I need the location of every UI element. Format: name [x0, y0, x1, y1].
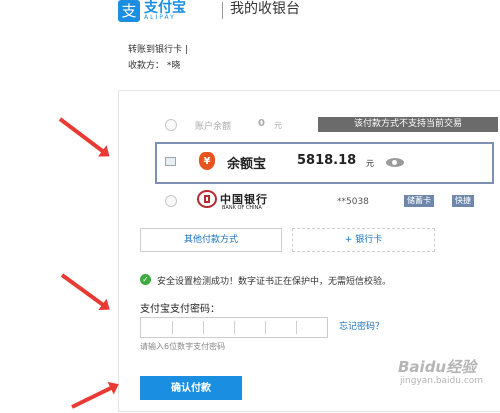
yuebao-amount: 5818.18: [297, 153, 357, 168]
password-label: 支付宝支付密码：: [140, 304, 220, 315]
bank-radio[interactable]: [165, 195, 177, 207]
balance-amount: 0: [258, 118, 265, 129]
annotation-arrow-icon: [60, 273, 108, 309]
logo-subtext: ALIPAY: [144, 14, 176, 21]
watermark-url: jingyan.baidu.com: [400, 376, 484, 386]
transfer-purpose: 转账到银行卡 |: [128, 45, 188, 55]
yuebao-unit: 元: [366, 159, 374, 168]
balance-label: 账户余额: [195, 122, 232, 132]
debit-card-tag: 储蓄卡: [404, 195, 434, 207]
yuebao-checkbox[interactable]: [165, 157, 176, 166]
confirm-payment-button[interactable]: 确认付款: [140, 376, 242, 400]
eye-icon[interactable]: [386, 158, 404, 167]
password-cell-divider: [296, 321, 297, 334]
password-hint: 请输入6位数字支付密码: [140, 342, 226, 351]
annotation-arrow-icon: [58, 117, 108, 156]
card-number: **5038: [337, 197, 369, 207]
password-input[interactable]: [140, 317, 328, 338]
bank-of-china-logo-icon: [197, 190, 217, 208]
top-bar: 支 支付宝 ALIPAY 我的收银台: [0, 0, 500, 22]
security-message: 安全设置检测成功！数字证书正在保护中，无需短信校验。: [157, 277, 392, 287]
page-title: 我的收银台: [230, 1, 300, 17]
logo-divider: [222, 2, 223, 19]
watermark: Baidu经验: [398, 358, 477, 376]
payee-info: 收款方： *晓: [128, 61, 181, 71]
password-cell-divider: [234, 321, 235, 334]
annotation-arrow-icon: [71, 384, 117, 409]
password-cell-divider: [203, 321, 204, 334]
password-cell-divider: [172, 321, 173, 334]
password-cell-divider: [265, 321, 266, 334]
add-bank-card-button[interactable]: + 银行卡: [292, 228, 435, 252]
money-bag-icon: ¥: [199, 152, 215, 170]
yuebao-option[interactable]: ¥ 余额宝 5818.18 元: [155, 142, 494, 184]
balance-unit: 元: [274, 121, 282, 130]
other-payment-methods-button[interactable]: 其他付款方式: [140, 228, 282, 252]
forgot-password-link[interactable]: 忘记密码？: [339, 319, 384, 332]
quick-pay-tag: 快捷: [452, 195, 474, 207]
alipay-logo-icon: 支: [118, 0, 140, 22]
yuebao-name: 余额宝: [227, 157, 267, 172]
unsupported-notice-badge: 该付款方式不支持当前交易: [318, 117, 498, 132]
balance-radio[interactable]: [165, 119, 177, 131]
check-circle-icon: ✓: [140, 274, 151, 285]
logo-text: 支付宝: [144, 0, 186, 16]
bank-name-en: BANK OF CHINA: [222, 205, 262, 211]
